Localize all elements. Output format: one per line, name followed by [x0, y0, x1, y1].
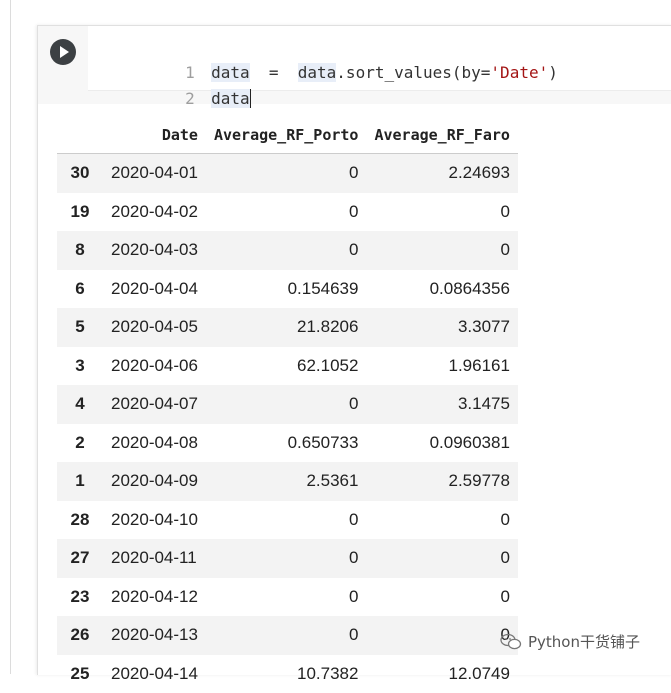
table-row: 52020-04-0521.82063.3077 [57, 308, 518, 347]
row-index: 1 [57, 462, 103, 501]
row-index: 23 [57, 578, 103, 617]
row-average-rf-faro: 3.1475 [366, 385, 517, 424]
watermark-text: Python干货铺子 [528, 633, 640, 651]
header-index [57, 117, 103, 154]
code-token-operator: = [269, 63, 279, 82]
row-average-rf-faro: 1.96161 [366, 347, 517, 386]
row-average-rf-porto: 0 [206, 385, 367, 424]
row-index: 3 [57, 347, 103, 386]
code-token-string: 'Date' [490, 63, 548, 82]
row-average-rf-porto: 0 [206, 578, 367, 617]
table-row: 82020-04-0300 [57, 231, 518, 270]
row-date: 2020-04-11 [103, 539, 206, 578]
row-average-rf-faro: 0.0864356 [366, 270, 517, 309]
row-average-rf-faro: 0.0960381 [366, 424, 517, 463]
row-average-rf-porto: 62.1052 [206, 347, 367, 386]
output-dataframe-table: Date Average_RF_Porto Average_RF_Faro 30… [57, 117, 518, 693]
code-line-1: 1data = data.sort_values(by='Date') [88, 40, 558, 62]
row-index: 2 [57, 424, 103, 463]
code-editor[interactable]: 1data = data.sort_values(by='Date') 2dat… [88, 26, 671, 91]
row-average-rf-porto: 0 [206, 539, 367, 578]
code-token-variable: data [211, 89, 250, 108]
row-date: 2020-04-06 [103, 347, 206, 386]
row-index: 4 [57, 385, 103, 424]
row-average-rf-faro: 0 [366, 501, 517, 540]
table-row: 272020-04-1100 [57, 539, 518, 578]
row-date: 2020-04-13 [103, 616, 206, 655]
table-row: 32020-04-0662.10521.96161 [57, 347, 518, 386]
row-average-rf-faro: 0 [366, 539, 517, 578]
table-row: 192020-04-0200 [57, 193, 518, 232]
row-date: 2020-04-08 [103, 424, 206, 463]
table-row: 12020-04-092.53612.59778 [57, 462, 518, 501]
row-average-rf-faro: 2.59778 [366, 462, 517, 501]
row-index: 26 [57, 616, 103, 655]
row-average-rf-porto: 21.8206 [206, 308, 367, 347]
table-row: 302020-04-0102.24693 [57, 154, 518, 193]
row-average-rf-porto: 0 [206, 154, 367, 193]
row-index: 8 [57, 231, 103, 270]
code-token-method: .sort_values(by= [336, 63, 490, 82]
wechat-icon [500, 633, 522, 651]
row-average-rf-porto: 2.5361 [206, 462, 367, 501]
row-average-rf-porto: 0 [206, 231, 367, 270]
row-date: 2020-04-10 [103, 501, 206, 540]
table-row: 42020-04-0703.1475 [57, 385, 518, 424]
code-token-variable: data [298, 63, 337, 82]
header-date: Date [103, 117, 206, 154]
row-average-rf-faro: 3.3077 [366, 308, 517, 347]
line-number: 2 [165, 88, 211, 110]
row-average-rf-porto: 0 [206, 193, 367, 232]
table-row: 282020-04-1000 [57, 501, 518, 540]
row-average-rf-faro: 0 [366, 616, 517, 655]
table-row: 262020-04-1300 [57, 616, 518, 655]
row-date: 2020-04-01 [103, 154, 206, 193]
row-average-rf-porto: 0 [206, 616, 367, 655]
row-average-rf-faro: 0 [366, 193, 517, 232]
row-average-rf-faro: 2.24693 [366, 154, 517, 193]
row-date: 2020-04-03 [103, 231, 206, 270]
row-date: 2020-04-04 [103, 270, 206, 309]
row-index: 30 [57, 154, 103, 193]
row-date: 2020-04-07 [103, 385, 206, 424]
play-icon [50, 39, 76, 65]
code-area: 1data = data.sort_values(by='Date') 2dat… [38, 26, 671, 104]
header-average-rf-faro: Average_RF_Faro [366, 117, 517, 154]
table-row: 22020-04-080.6507330.0960381 [57, 424, 518, 463]
row-average-rf-porto: 0.154639 [206, 270, 367, 309]
header-average-rf-porto: Average_RF_Porto [206, 117, 367, 154]
row-average-rf-faro: 0 [366, 231, 517, 270]
watermark: Python干货铺子 [500, 631, 640, 655]
row-date: 2020-04-05 [103, 308, 206, 347]
row-date: 2020-04-09 [103, 462, 206, 501]
row-index: 28 [57, 501, 103, 540]
page-left-border [10, 0, 11, 674]
table-row: 232020-04-1200 [57, 578, 518, 617]
row-index: 19 [57, 193, 103, 232]
row-index: 27 [57, 539, 103, 578]
text-cursor [250, 89, 251, 108]
row-date: 2020-04-02 [103, 193, 206, 232]
code-token-paren: ) [548, 63, 558, 82]
row-average-rf-porto: 0.650733 [206, 424, 367, 463]
row-average-rf-porto: 0 [206, 501, 367, 540]
row-index: 5 [57, 308, 103, 347]
table-header-row: Date Average_RF_Porto Average_RF_Faro [57, 117, 518, 154]
run-cell-button[interactable] [50, 39, 76, 65]
row-index: 6 [57, 270, 103, 309]
table-row: 62020-04-040.1546390.0864356 [57, 270, 518, 309]
code-line-2: 2data [88, 66, 251, 88]
row-date: 2020-04-12 [103, 578, 206, 617]
row-average-rf-faro: 0 [366, 578, 517, 617]
